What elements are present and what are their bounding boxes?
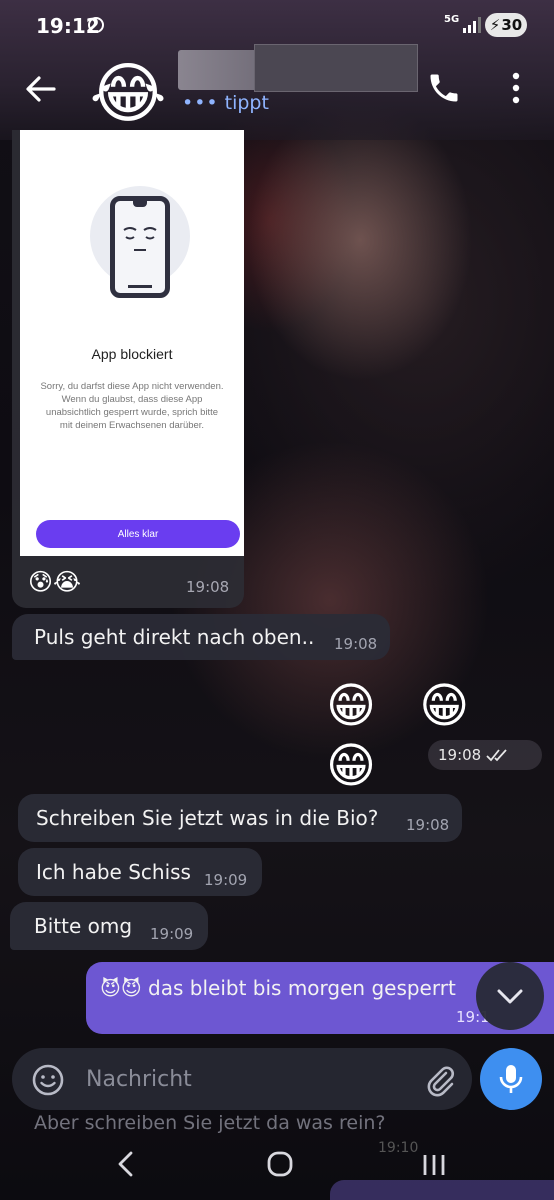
image-message-bubble[interactable]: App blockiert Sorry, du darfst diese App…: [12, 130, 244, 608]
message-input[interactable]: [86, 1062, 386, 1096]
message-text: Puls geht direkt nach oben..: [34, 625, 315, 649]
blocked-app-screenshot[interactable]: App blockiert Sorry, du darfst diese App…: [20, 130, 244, 556]
incoming-message[interactable]: Puls geht direkt nach oben.. 19:08: [12, 614, 390, 660]
alles-klar-button: Alles klar: [36, 520, 240, 548]
phone-notch: [133, 201, 147, 207]
chevron-down-icon: [497, 989, 523, 1004]
image-caption-emoji: 😰😭: [28, 568, 82, 596]
battery-level: 30: [501, 16, 523, 34]
outgoing-emoji-message[interactable]: 😁 😁 😁: [326, 676, 536, 794]
message-text: 😈😈 das bleibt bis morgen gesperrt: [100, 976, 456, 1000]
message-text: Schreiben Sie jetzt was in die Bio?: [36, 806, 379, 830]
back-arrow-icon[interactable]: [24, 72, 58, 106]
typing-dots: •••: [182, 92, 219, 114]
signal-icon: [463, 17, 481, 33]
blocked-title: App blockiert: [91, 346, 173, 362]
contact-name-redacted[interactable]: [178, 44, 418, 92]
scroll-down-button[interactable]: [476, 962, 544, 1030]
incoming-message[interactable]: Schreiben Sie jetzt was in die Bio? 19:0…: [18, 794, 462, 842]
blocked-body: Sorry, du darfst diese App nicht verwend…: [40, 381, 224, 431]
message-time: 19:08: [186, 578, 230, 596]
message-time: 19:09: [150, 925, 194, 943]
message-time: 19:08: [334, 635, 378, 653]
typing-label: tippt: [224, 92, 269, 114]
message-time: 19:09: [204, 871, 248, 889]
message-composer: [12, 1048, 472, 1110]
message-time: 19:08: [406, 816, 450, 834]
typing-status: ••• tippt: [182, 92, 269, 114]
nav-recents-icon[interactable]: [420, 1152, 448, 1178]
phone-homebar: [128, 285, 152, 288]
message-text: Bitte omg: [34, 914, 133, 938]
status-bar: 19:12 5G ⚡ 30: [0, 0, 554, 50]
battery-indicator: ⚡ 30: [485, 13, 527, 37]
more-vertical-icon[interactable]: [506, 70, 526, 106]
partially-hidden-message: Aber schreiben Sie jetzt da was rein?: [34, 1112, 386, 1134]
nav-back-icon[interactable]: [114, 1150, 138, 1178]
incoming-message[interactable]: Ich habe Schiss 19:09: [18, 848, 262, 896]
system-navigation-bar: [0, 1138, 554, 1200]
microphone-button[interactable]: [480, 1048, 542, 1110]
message-text: Ich habe Schiss: [36, 860, 191, 884]
read-checkmarks-icon: [486, 749, 507, 762]
chat-header: 😂 ••• tippt: [0, 44, 554, 132]
outgoing-time-badge: 19:08: [428, 740, 542, 770]
sad-face-icon: [123, 227, 157, 251]
network-label: 5G: [444, 14, 460, 25]
charging-icon: ⚡: [489, 16, 501, 34]
microphone-icon: [499, 1065, 523, 1093]
smile-icon[interactable]: [30, 1062, 66, 1098]
message-time: 19:08: [438, 746, 482, 764]
contact-avatar[interactable]: 😂: [88, 54, 168, 134]
phone-icon[interactable]: [426, 70, 462, 106]
incoming-message[interactable]: Bitte omg 19:09: [10, 902, 208, 950]
sync-icon: [88, 17, 104, 33]
paperclip-icon[interactable]: [422, 1062, 458, 1098]
nav-home-icon[interactable]: [266, 1150, 294, 1178]
